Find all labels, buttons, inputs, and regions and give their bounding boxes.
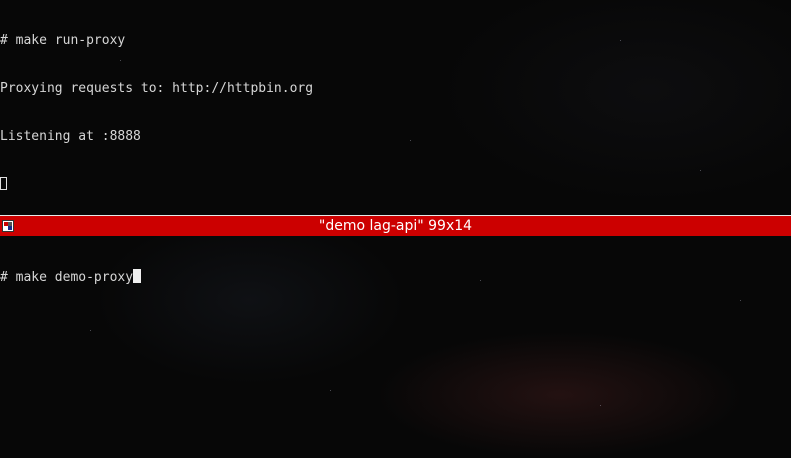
- terminal-window: # make run-proxy Proxying requests to: h…: [0, 0, 791, 458]
- prompt-line: # make demo-proxy: [0, 269, 791, 285]
- inactive-cursor: [0, 177, 7, 190]
- top-terminal-output: # make run-proxy Proxying requests to: h…: [0, 0, 791, 215]
- bottom-terminal-output: # make demo-proxy: [0, 236, 791, 317]
- terminal-line: Listening at :8888: [0, 129, 141, 144]
- cursor-line: [0, 177, 791, 193]
- pane-title: "demo lag-api" 99x14: [318, 218, 473, 234]
- command-prompt: # make demo-proxy: [0, 270, 134, 285]
- top-terminal-pane[interactable]: # make run-proxy Proxying requests to: h…: [0, 0, 791, 215]
- terminal-line: # make run-proxy: [0, 33, 126, 48]
- active-cursor: [133, 269, 142, 283]
- bottom-terminal-pane[interactable]: # make demo-proxy: [0, 236, 791, 458]
- pane-divider-bar[interactable]: "demo lag-api" 99x14: [0, 215, 791, 236]
- terminal-line: Proxying requests to: http://httpbin.org: [0, 81, 314, 96]
